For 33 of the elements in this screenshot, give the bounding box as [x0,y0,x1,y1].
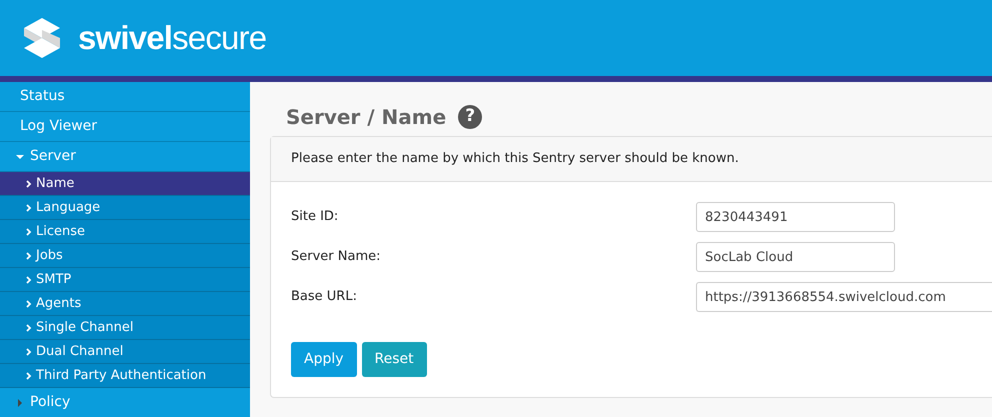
sidebar-subitem[interactable]: Language [0,196,250,220]
caret-down-icon [16,152,24,160]
help-icon[interactable]: ? [458,105,482,129]
sidebar-subitem[interactable]: Agents [0,292,250,316]
reset-button[interactable]: Reset [362,342,427,377]
chevron-right-icon [26,228,32,236]
chevron-right-icon [26,180,32,188]
chevron-right-icon [26,300,32,308]
sidebar-subitem[interactable]: Name [0,172,250,196]
chevron-right-icon [26,276,32,284]
logo-text: swivel [78,18,172,58]
sidebar-subitem[interactable]: SMTP [0,268,250,292]
sidebar-subitem[interactable]: Dual Channel [0,340,250,364]
apply-button[interactable]: Apply [291,342,357,377]
chevron-right-icon [26,372,32,380]
field-label: Base URL: [291,288,358,306]
text-field[interactable]: https://3913668554.swivelcloud.com [696,282,992,312]
sidebar-subitem[interactable]: Jobs [0,244,250,268]
chevron-right-icon [26,324,32,332]
logo-text: secure [172,18,266,58]
sidebar-subitem[interactable]: Third Party Authentication [0,364,250,388]
field-label: Server Name: [291,248,382,266]
caret-right-icon [16,398,24,406]
chevron-right-icon [26,348,32,356]
page-title: Server / Name [286,104,446,131]
text-field[interactable]: 8230443491 [696,202,895,232]
chevron-right-icon [26,252,32,260]
chevron-right-icon [26,204,32,212]
text-field[interactable]: SocLab Cloud [696,242,895,272]
field-label: Site ID: [291,208,340,226]
description-text: Please enter the name by which this Sentry server should be known. [291,150,739,168]
sidebar-subitem[interactable]: License [0,220,250,244]
sidebar-subitem[interactable]: Single Channel [0,316,250,340]
